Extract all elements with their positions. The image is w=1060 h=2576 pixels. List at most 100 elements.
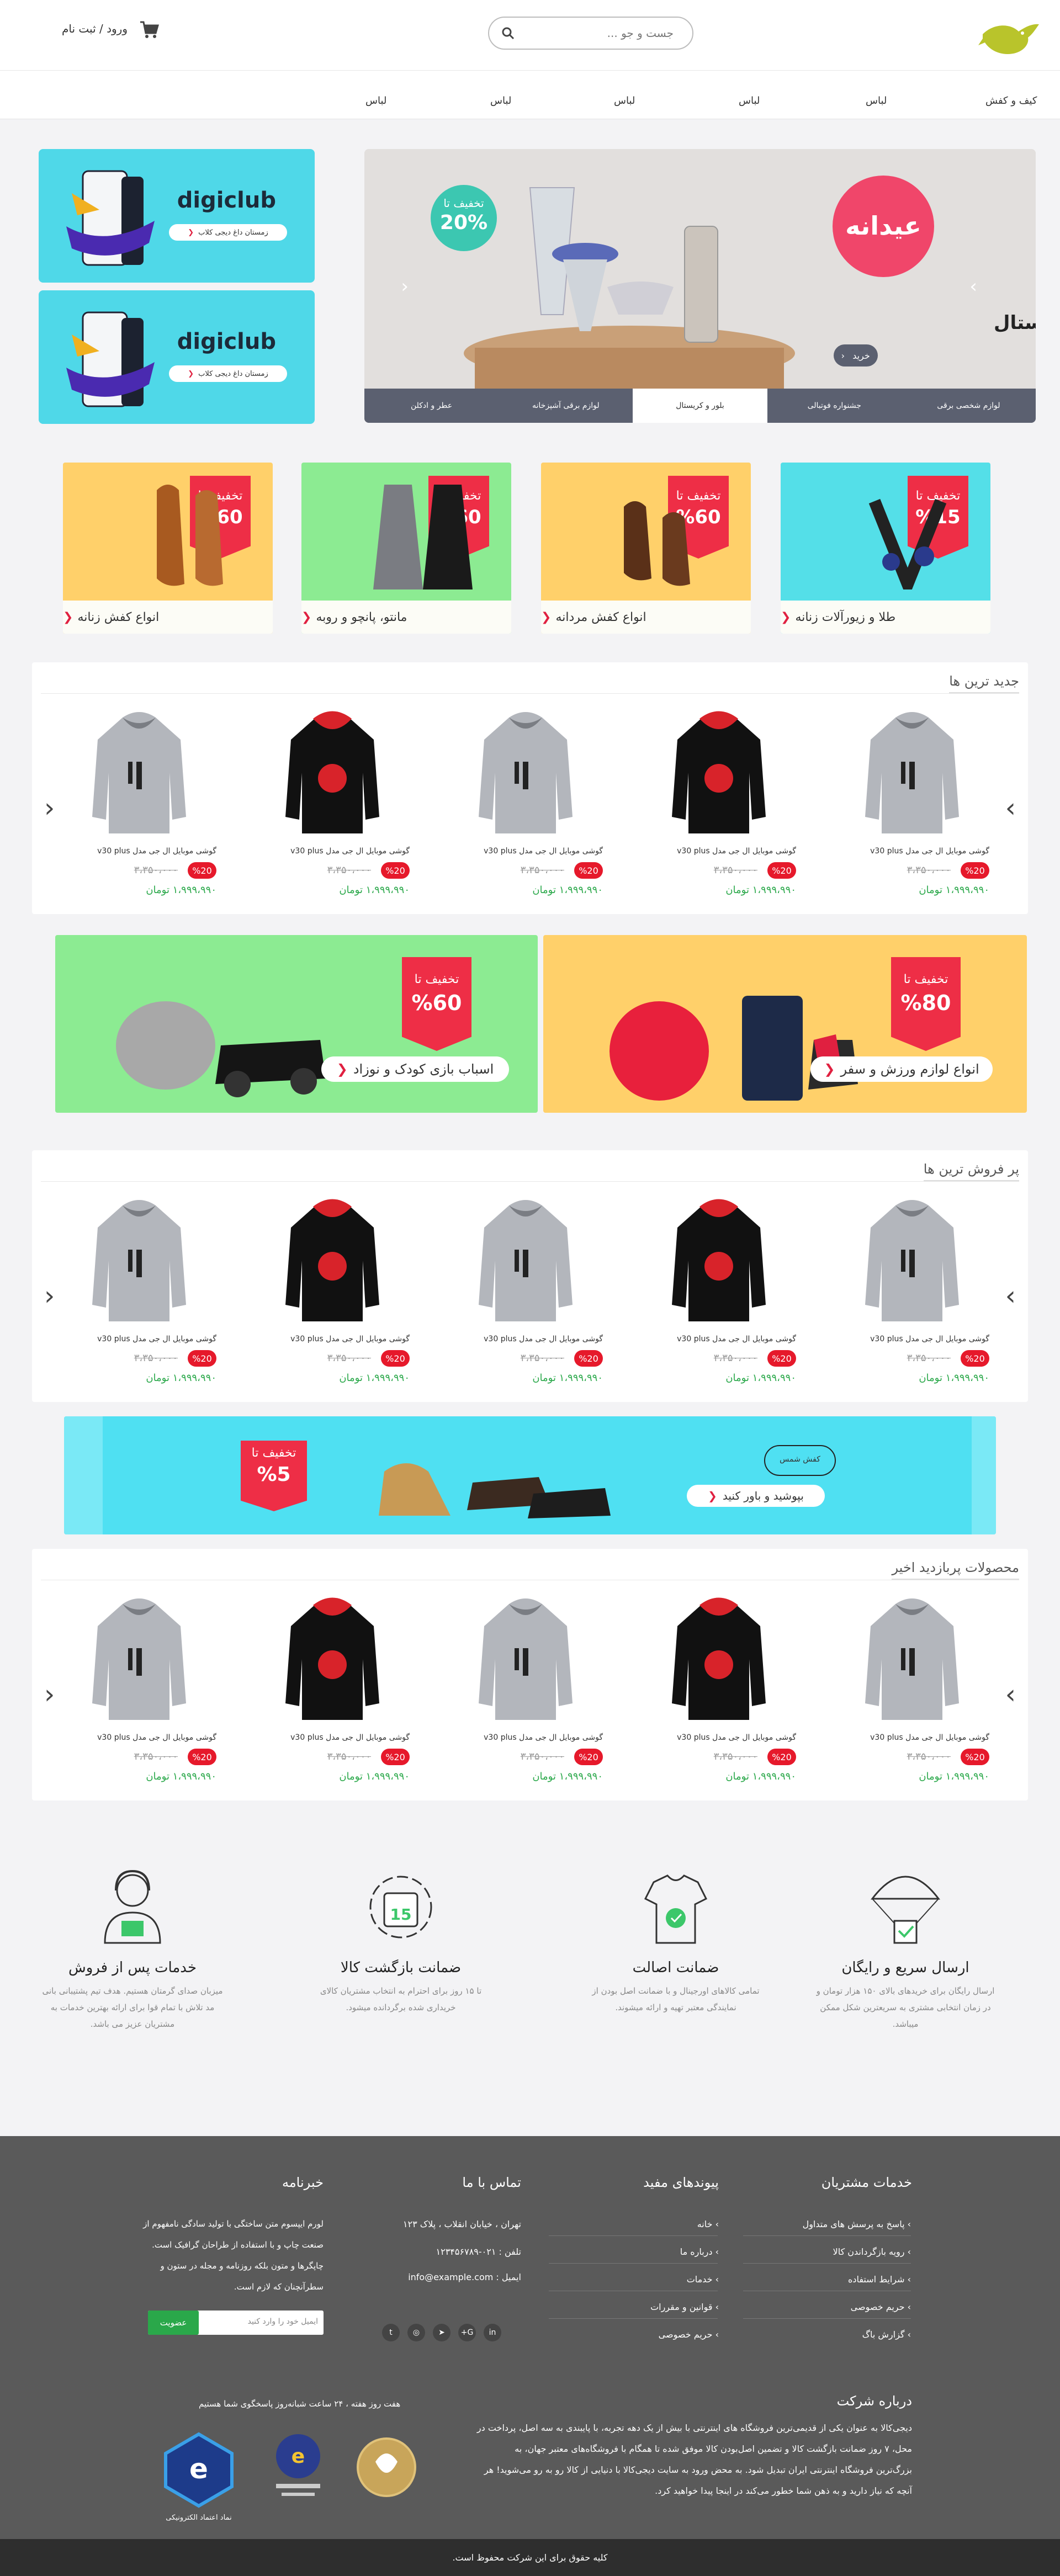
slider-tab-active[interactable]: بلور و کریستال	[633, 389, 767, 423]
category-card-label: انواع کفش مردانه ❮	[541, 601, 751, 634]
product-price: ۱،۹۹۹،۹۹۰ تومان	[339, 884, 410, 896]
carousel-next-icon[interactable]: ›	[1005, 793, 1016, 824]
nav-item[interactable]: لباس	[614, 95, 635, 107]
product-price: ۱،۹۹۹،۹۹۰ تومان	[339, 1771, 410, 1782]
carousel-prev-icon[interactable]: ‹	[44, 1281, 55, 1311]
product-card[interactable]: گوشی موبایل ال جی مدل v30 plus ۳،۳۵۰،۰۰۰…	[829, 1593, 995, 1782]
slider-next-icon[interactable]: ›	[969, 275, 977, 298]
footer-link[interactable]: › رویه بازگرداندن کالا	[833, 2246, 911, 2257]
carousel-prev-icon[interactable]: ‹	[44, 1679, 55, 1710]
subscribe-button[interactable]: عضویت	[148, 2311, 199, 2335]
footer-link[interactable]: › پاسخ به پرسش های متداول	[803, 2219, 911, 2229]
promo-pill[interactable]: اسباب بازی کودک و نوزاد ❮	[321, 1056, 509, 1082]
product-card[interactable]: گوشی موبایل ال جی مدل v30 plus ۳،۳۵۰،۰۰۰…	[250, 707, 415, 896]
instagram-icon[interactable]: ◎	[407, 2324, 425, 2341]
chevron-left-icon: ❮	[336, 1061, 348, 1077]
footer-link[interactable]: › حریم خصوصی	[851, 2302, 911, 2312]
slider-tab[interactable]: عطر و ادکلن	[364, 389, 499, 423]
product-card[interactable]: گوشی موبایل ال جی مدل v30 plus ۳،۳۵۰،۰۰۰…	[636, 707, 802, 896]
footer-link[interactable]: › قوانین و مقررات	[650, 2302, 719, 2312]
promo-sport[interactable]: تخفیف تا %80 انواع لوازم ورزش و سفر ❮	[543, 935, 1027, 1113]
digiclub-banner[interactable]: digiclub زمستان داغ دیجی کلاب ❮	[39, 149, 315, 283]
service-title: ارسال سریع و رایگان	[841, 1959, 969, 1976]
nav-item[interactable]: لباس	[866, 95, 887, 107]
search-input[interactable]: جست و جو ...	[607, 26, 674, 40]
product-price: ۱،۹۹۹،۹۹۰ تومان	[532, 884, 603, 896]
strip-edge	[64, 1416, 103, 1534]
product-card[interactable]: گوشی موبایل ال جی مدل v30 plus ۳،۳۵۰،۰۰۰…	[443, 707, 608, 896]
footer-link[interactable]: › شرایط استفاده	[848, 2274, 911, 2285]
login-link[interactable]: ورود / ثبت نام	[62, 22, 128, 35]
strip-edge	[972, 1416, 996, 1534]
search-box[interactable]: جست و جو ...	[488, 17, 693, 50]
slider-tab[interactable]: لوازم برقی آشپزخانه	[499, 389, 633, 423]
digiclub-banner[interactable]: digiclub زمستان داغ دیجی کلاب ❮	[39, 290, 315, 424]
twitter-icon[interactable]: t	[382, 2324, 400, 2341]
cart-icon[interactable]	[139, 20, 159, 40]
footer-link[interactable]: › درباره ما	[680, 2246, 719, 2257]
promo-pill[interactable]: انواع لوازم ورزش و سفر ❮	[810, 1056, 993, 1082]
ecommerce-trust-badge[interactable]: e	[149, 2429, 248, 2511]
product-price: ۱،۹۹۹،۹۹۰ تومان	[725, 1771, 796, 1782]
nav-item[interactable]: لباس	[490, 95, 511, 107]
product-card[interactable]: گوشی موبایل ال جی مدل v30 plus ۳،۳۵۰،۰۰۰…	[56, 1593, 222, 1782]
nav-item[interactable]: کیف و کفش	[985, 95, 1037, 107]
carousel-prev-icon[interactable]: ‹	[44, 793, 55, 824]
carousel-next-icon[interactable]: ›	[1005, 1281, 1016, 1311]
carousel-next-icon[interactable]: ›	[1005, 1679, 1016, 1710]
product-card[interactable]: گوشی موبایل ال جی مدل v30 plus ۳،۳۵۰،۰۰۰…	[829, 1194, 995, 1384]
newsletter-email-input[interactable]: ایمیل خود را وارد کنید	[248, 2317, 318, 2326]
category-card-jewelry[interactable]: تخفیف تا %15 طلا و زیورآلات زنانه ❮	[781, 463, 990, 634]
footer-email[interactable]: ایمیل : info@example.com	[408, 2272, 521, 2282]
slider-tab[interactable]: لوازم شخصی برقی	[902, 389, 1036, 423]
discount-banner: تخفیف تا %80	[891, 957, 961, 1051]
product-card[interactable]: گوشی موبایل ال جی مدل v30 plus ۳،۳۵۰،۰۰۰…	[56, 707, 222, 896]
chevron-left-icon: ❮	[188, 228, 194, 237]
promo-kids[interactable]: تخفیف تا %60 اسباب بازی کودک و نوزاد ❮	[55, 935, 538, 1113]
console-illustration	[66, 170, 155, 266]
product-card[interactable]: گوشی موبایل ال جی مدل v30 plus ۳،۳۵۰،۰۰۰…	[250, 1194, 415, 1384]
logo[interactable]	[977, 18, 1041, 57]
product-card[interactable]: گوشی موبایل ال جی مدل v30 plus ۳،۳۵۰،۰۰۰…	[636, 1593, 802, 1782]
slider-headline: تنوعی از بلور و کریستال	[994, 312, 1036, 334]
footer-link[interactable]: › حریم خصوصی	[659, 2329, 719, 2340]
product-card[interactable]: گوشی موبایل ال جی مدل v30 plus ۳،۳۵۰،۰۰۰…	[443, 1194, 608, 1384]
linkedin-icon[interactable]: in	[484, 2324, 501, 2341]
telegram-icon[interactable]: ➤	[433, 2324, 451, 2341]
product-old-price: ۳،۳۵۰،۰۰۰	[907, 1352, 951, 1364]
product-card[interactable]: گوشی موبایل ال جی مدل v30 plus ۳،۳۵۰،۰۰۰…	[443, 1593, 608, 1782]
category-card-coats[interactable]: تخفیف تا%60 مانتو، پانچو و روبه❮	[301, 463, 511, 634]
digiclub-pill[interactable]: زمستان داغ دیجی کلاب ❮	[169, 365, 287, 382]
section-title[interactable]: محصولات پربازدید اخیر	[892, 1560, 1019, 1580]
category-card-label: انواع کفش زنانه ❮	[63, 601, 273, 634]
discount-badge: %20	[961, 1749, 989, 1765]
promo-pill[interactable]: بپوشید و باور کنید ❮	[687, 1485, 825, 1507]
section-title[interactable]: پر فروش ترین ها	[923, 1161, 1019, 1181]
product-card[interactable]: گوشی موبایل ال جی مدل v30 plus ۳،۳۵۰،۰۰۰…	[829, 707, 995, 896]
category-card-women-shoes[interactable]: تخفیف تا %60 انواع کفش زنانه ❮	[63, 463, 273, 634]
section-title[interactable]: جدید ترین ها	[949, 673, 1019, 693]
main-slider[interactable]: تخفیف تا 20% عیدانه تنوعی از بلور و کریس…	[364, 149, 1036, 423]
footer-link[interactable]: › خانه	[697, 2219, 719, 2229]
digiclub-pill[interactable]: زمستان داغ دیجی کلاب ❮	[169, 224, 287, 241]
toys-image	[116, 1001, 326, 1097]
service-support: خدمات پس از فروش میزبان صدای گرمتان هستی…	[39, 1866, 226, 2032]
slider-prev-icon[interactable]: ‹	[401, 275, 409, 298]
promo-shoes-strip[interactable]: کفش شمس تخفیف تا %5 بپوشید و باور کنید ❮	[64, 1416, 996, 1534]
nav-item[interactable]: لباس	[739, 95, 760, 107]
enamad-badge[interactable]	[353, 2434, 420, 2500]
googleplus-icon[interactable]: G+	[458, 2324, 476, 2341]
product-price: ۱،۹۹۹،۹۹۰ تومان	[146, 884, 216, 896]
slider-tab[interactable]: جشنواره فوتبالی	[767, 389, 902, 423]
product-card[interactable]: گوشی موبایل ال جی مدل v30 plus ۳،۳۵۰،۰۰۰…	[636, 1194, 802, 1384]
search-icon[interactable]	[501, 26, 515, 40]
footer-link[interactable]: › گزارش باگ	[862, 2329, 911, 2340]
footer-link[interactable]: › خدمات	[687, 2274, 719, 2285]
product-card[interactable]: گوشی موبایل ال جی مدل v30 plus ۳،۳۵۰،۰۰۰…	[250, 1593, 415, 1782]
product-name: گوشی موبایل ال جی مدل v30 plus	[677, 1733, 796, 1742]
nav-item[interactable]: لباس	[365, 95, 386, 107]
product-card[interactable]: گوشی موبایل ال جی مدل v30 plus ۳،۳۵۰،۰۰۰…	[56, 1194, 222, 1384]
category-card-men-shoes[interactable]: تخفیف تا %60 انواع کفش مردانه ❮	[541, 463, 751, 634]
product-name: گوشی موبایل ال جی مدل v30 plus	[484, 1335, 603, 1343]
samandehi-badge[interactable]: e	[265, 2429, 337, 2506]
